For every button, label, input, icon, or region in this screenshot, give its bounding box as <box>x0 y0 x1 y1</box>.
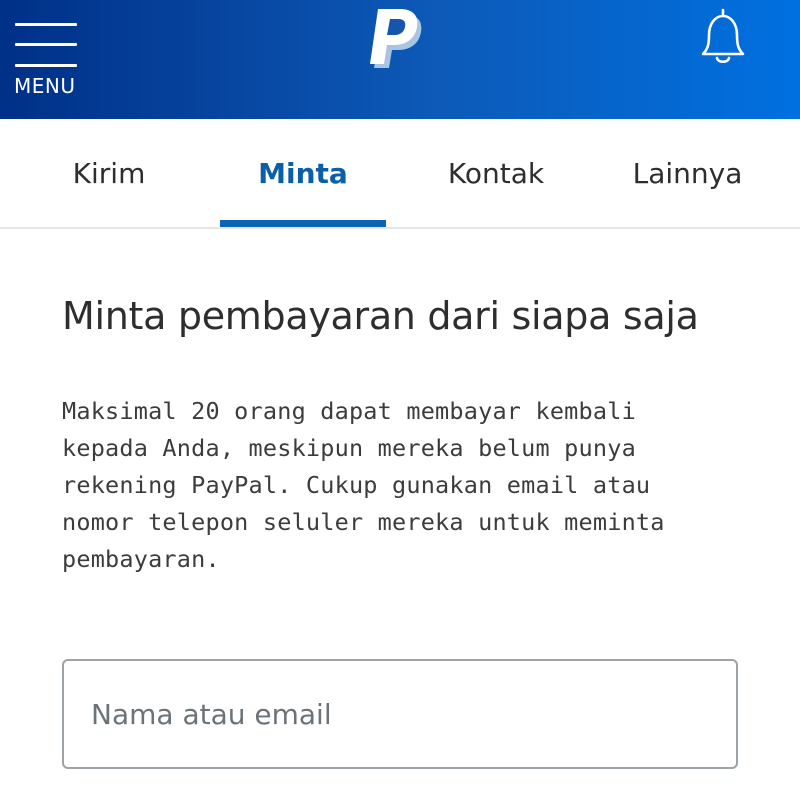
description-line: kepada Anda, meskipun mereka belum punya <box>62 434 636 462</box>
page-title: Minta pembayaran dari siapa saja <box>62 294 699 338</box>
description-line: Maksimal 20 orang dapat membayar kembali <box>62 397 636 425</box>
description-text: Maksimal 20 orang dapat membayar kembali… <box>62 393 742 578</box>
app-screen: MENU Kirim Minta Kontak Lainnya Minta pe… <box>0 0 800 800</box>
description-line: pembayaran. <box>62 545 220 573</box>
notifications-button[interactable] <box>690 4 756 70</box>
tab-minta[interactable]: Minta <box>220 119 386 227</box>
tab-kontak[interactable]: Kontak <box>405 119 587 227</box>
menu-label: MENU <box>14 74 76 98</box>
recipient-field <box>62 659 738 769</box>
tab-lainnya[interactable]: Lainnya <box>610 119 765 227</box>
tab-kirim[interactable]: Kirim <box>20 119 198 227</box>
description-line: rekening PayPal. Cukup gunakan email ata… <box>62 471 651 499</box>
hamburger-menu-icon <box>15 23 77 69</box>
tab-bar: Kirim Minta Kontak Lainnya <box>0 119 800 229</box>
active-tab-indicator <box>220 220 386 227</box>
top-bar: MENU <box>0 0 800 119</box>
description-line: nomor telepon seluler mereka untuk memin… <box>62 508 665 536</box>
paypal-logo-icon <box>370 8 428 70</box>
bell-icon <box>701 8 745 64</box>
recipient-input[interactable] <box>64 661 736 767</box>
menu-button[interactable]: MENU <box>0 0 100 119</box>
